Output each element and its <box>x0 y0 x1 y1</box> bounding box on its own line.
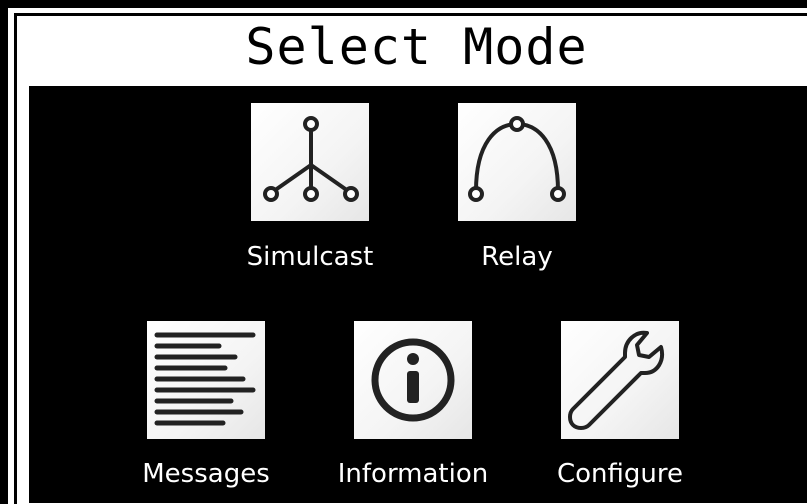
screen-frame: Select Mode Simulcast Relay Messages Inf… <box>8 8 807 504</box>
messages-button[interactable] <box>147 321 265 439</box>
messages-lines-icon <box>154 332 256 426</box>
simulcast-button[interactable] <box>251 103 369 221</box>
configure-button[interactable] <box>561 321 679 439</box>
screen-inner: Select Mode Simulcast Relay Messages Inf… <box>14 13 807 504</box>
configure-label: Configure <box>556 459 683 489</box>
information-label: Information <box>337 459 489 489</box>
relay-button[interactable] <box>458 103 576 221</box>
mode-panel: Simulcast Relay Messages Information Con… <box>29 86 807 503</box>
information-icon <box>371 338 455 422</box>
information-button[interactable] <box>354 321 472 439</box>
messages-label: Messages <box>142 459 270 489</box>
relay-label: Relay <box>481 242 553 272</box>
wrench-icon <box>568 330 664 430</box>
simulcast-tree-icon <box>263 116 359 202</box>
simulcast-label: Simulcast <box>246 242 374 272</box>
relay-arc-icon <box>468 116 566 202</box>
page-title: Select Mode <box>245 18 588 76</box>
